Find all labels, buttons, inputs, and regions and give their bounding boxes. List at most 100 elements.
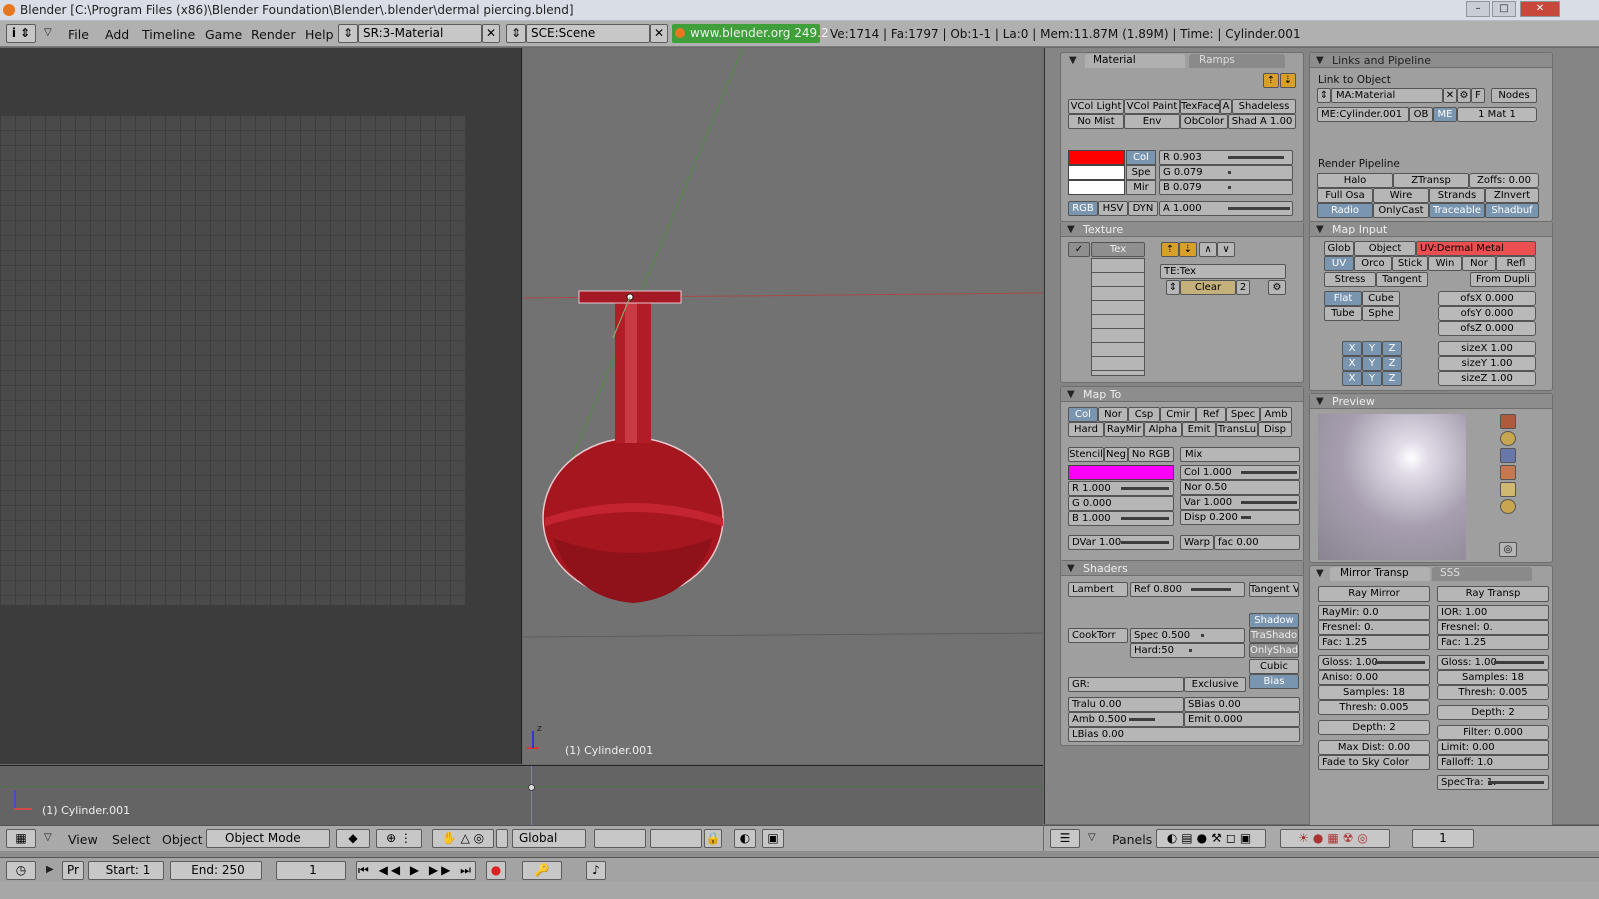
scene-delete-icon[interactable]: ✕ xyxy=(650,24,668,43)
f-button[interactable]: F xyxy=(1471,88,1485,103)
depth-tra-field[interactable]: Depth: 2 xyxy=(1437,705,1549,720)
tralu-slider[interactable]: Tralu 0.00 xyxy=(1068,697,1184,712)
strands-button[interactable]: Strands xyxy=(1429,188,1485,203)
col-swatch[interactable] xyxy=(1068,150,1125,165)
collapse-menu-icon[interactable]: ▽ xyxy=(44,27,52,38)
from-dupli-button[interactable]: From Dupli xyxy=(1470,272,1536,287)
texture-slot-1[interactable]: Tex xyxy=(1091,242,1145,257)
nodes-button[interactable]: Nodes xyxy=(1491,88,1537,103)
sphe-button[interactable]: Sphe xyxy=(1362,306,1400,321)
amb-slider[interactable]: Amb 0.500 xyxy=(1068,712,1184,727)
ztransp-button[interactable]: ZTransp xyxy=(1393,173,1469,188)
texface-button[interactable]: TexFace xyxy=(1180,99,1220,114)
glob-button[interactable]: Glob xyxy=(1324,241,1354,256)
neg-button[interactable]: Neg xyxy=(1104,447,1128,462)
fade-to-sky-select[interactable]: Fade to Sky Color xyxy=(1318,755,1430,770)
bias-toggle[interactable]: Bias xyxy=(1249,674,1299,689)
g-slider[interactable]: G 0.079 xyxy=(1159,165,1293,180)
stencil-button[interactable]: Stencil xyxy=(1068,447,1104,462)
lock-layers-icon[interactable]: 🔒 xyxy=(704,829,722,848)
timeline-area[interactable]: (1) Cylinder.001 xyxy=(0,765,1043,826)
texture-fake-user-icon[interactable]: ⚙ xyxy=(1268,280,1286,295)
fac-tra-slider[interactable]: Fac: 1.25 xyxy=(1437,635,1549,650)
map-x-button-3[interactable]: X xyxy=(1342,371,1362,386)
map-z-button-2[interactable]: Z xyxy=(1382,356,1402,371)
copy-texture-icon[interactable]: ⇡ xyxy=(1161,242,1179,257)
map-translu-button[interactable]: TransLu xyxy=(1216,422,1258,437)
minimize-button[interactable]: – xyxy=(1466,1,1490,17)
a-button[interactable]: A xyxy=(1220,99,1232,114)
tex-g-slider[interactable]: G 0.000 xyxy=(1068,496,1174,511)
raymir-slider[interactable]: RayMir: 0.0 xyxy=(1318,605,1430,620)
falloff-slider[interactable]: Falloff: 1.0 xyxy=(1437,755,1549,770)
panel-collapse-icon[interactable]: ▼ xyxy=(1316,224,1324,235)
orientation-select[interactable]: Global xyxy=(512,829,586,848)
ofsz-field[interactable]: ofsZ 0.000 xyxy=(1438,321,1536,336)
preview-cube-icon[interactable] xyxy=(1500,448,1516,463)
stick-button[interactable]: Stick xyxy=(1392,256,1428,271)
texture-color-swatch[interactable] xyxy=(1068,465,1174,480)
manipulator-icon[interactable]: ✋ △ ◎ xyxy=(432,829,494,848)
map-cmir-button[interactable]: Cmir xyxy=(1160,407,1196,422)
shadbuf-button[interactable]: Shadbuf xyxy=(1485,203,1539,218)
buttons-header-collapse-icon[interactable]: ▽ xyxy=(1088,832,1096,843)
stress-button[interactable]: Stress xyxy=(1324,272,1376,287)
subcontext-buttons-icons[interactable]: ☀●▦☢◎ xyxy=(1280,829,1390,848)
obcolor-button[interactable]: ObColor xyxy=(1180,114,1228,129)
wire-button[interactable]: Wire xyxy=(1373,188,1429,203)
map-x-button-2[interactable]: X xyxy=(1342,356,1362,371)
paste-material-icon[interactable]: ⇣ xyxy=(1280,73,1296,88)
material-index-field[interactable]: 1 Mat 1 xyxy=(1457,107,1537,122)
uv-layer-field[interactable]: UV:Dermal Metal xyxy=(1416,241,1536,256)
full-osa-button[interactable]: Full Osa xyxy=(1317,188,1373,203)
map-y-button-1[interactable]: Y xyxy=(1362,341,1382,356)
dyn-button[interactable]: DYN xyxy=(1128,201,1158,216)
menu-file[interactable]: File xyxy=(68,27,89,42)
lbias-slider[interactable]: LBias 0.00 xyxy=(1068,727,1300,742)
shadeless-button[interactable]: Shadeless xyxy=(1232,99,1296,114)
ofsy-field[interactable]: ofsY 0.000 xyxy=(1438,306,1536,321)
diffuse-shader-select[interactable]: Lambert xyxy=(1068,582,1128,597)
nor-factor-slider[interactable]: Nor 0.50 xyxy=(1180,480,1300,495)
map-x-button-1[interactable]: X xyxy=(1342,341,1362,356)
copy-material-icon[interactable]: ⇡ xyxy=(1263,73,1279,88)
draw-type-icon[interactable]: ◆ xyxy=(336,829,370,848)
map-spec-button[interactable]: Spec xyxy=(1226,407,1260,422)
tab-mirror-transp[interactable]: Mirror Transp xyxy=(1330,567,1430,581)
texture-name-field[interactable]: TE:Tex xyxy=(1160,264,1286,279)
preview-sphere-icon[interactable] xyxy=(1500,431,1516,446)
mir-swatch[interactable] xyxy=(1068,180,1125,195)
material-browse-icon[interactable]: ⇕ xyxy=(1317,88,1331,103)
pr-button[interactable]: Pr xyxy=(62,861,84,880)
spe-button[interactable]: Spe xyxy=(1126,165,1156,180)
screen-browse-icon[interactable]: ⇕ xyxy=(338,24,358,43)
header-collapse-icon[interactable]: ▽ xyxy=(44,832,52,843)
gloss-mir-slider[interactable]: Gloss: 1.00 xyxy=(1318,655,1430,670)
tex-b-slider[interactable]: B 1.000 xyxy=(1068,511,1174,526)
depth-mir-field[interactable]: Depth: 2 xyxy=(1318,720,1430,735)
spec-slider[interactable]: Spec 0.500 xyxy=(1130,628,1245,643)
spe-swatch[interactable] xyxy=(1068,165,1125,180)
fac-mir-slider[interactable]: Fac: 1.25 xyxy=(1318,635,1430,650)
alpha-slider[interactable]: A 1.000 xyxy=(1159,201,1293,216)
mesh-name-field[interactable]: ME:Cylinder.001 xyxy=(1317,107,1409,122)
material-name-field[interactable]: MA:Material xyxy=(1331,88,1443,103)
mir-button[interactable]: Mir xyxy=(1126,180,1156,195)
blend-mode-select[interactable]: Mix xyxy=(1180,447,1300,462)
b-slider[interactable]: B 0.079 xyxy=(1159,180,1293,195)
panel-collapse-icon[interactable]: ▼ xyxy=(1316,396,1324,407)
orco-button[interactable]: Orco xyxy=(1354,256,1392,271)
texture-browse-icon[interactable]: ⇕ xyxy=(1166,280,1180,295)
hard-slider[interactable]: Hard:50 xyxy=(1130,643,1245,658)
screen-name-field[interactable]: SR:3-Material xyxy=(358,24,482,43)
texture-users-count[interactable]: 2 xyxy=(1236,280,1250,295)
group-field[interactable]: GR: xyxy=(1068,677,1184,692)
pivot-icon[interactable]: ⊕ ⋮ xyxy=(376,829,422,848)
shadow-toggle[interactable]: Shadow xyxy=(1249,613,1299,628)
buttons-editor-type-icon[interactable]: ☰ xyxy=(1050,829,1080,848)
vcol-paint-button[interactable]: VCol Paint xyxy=(1124,99,1180,114)
filter-field[interactable]: Filter: 0.000 xyxy=(1437,725,1549,740)
audio-icon[interactable]: ♪ xyxy=(586,861,606,880)
thresh-tra-field[interactable]: Thresh: 0.005 xyxy=(1437,685,1549,700)
layer-buttons-row1[interactable] xyxy=(594,829,646,848)
